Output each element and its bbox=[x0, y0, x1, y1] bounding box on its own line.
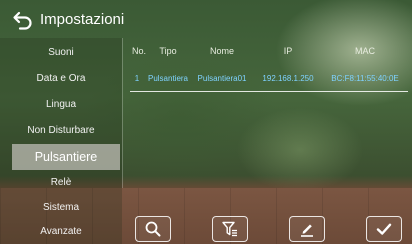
sidebar-item-rele[interactable]: Relè bbox=[0, 171, 122, 195]
sidebar-item-lingua[interactable]: Lingua bbox=[0, 93, 122, 117]
cell-no: 1 bbox=[134, 74, 140, 83]
filter-icon bbox=[221, 220, 239, 238]
search-icon bbox=[144, 220, 162, 238]
sidebar-item-suoni[interactable]: Suoni bbox=[0, 41, 122, 65]
header: Impostazioni bbox=[0, 0, 412, 38]
cell-tipo: Pulsantiera bbox=[147, 74, 189, 83]
sidebar-divider bbox=[122, 38, 123, 188]
column-header-tipo: Tipo bbox=[159, 46, 177, 56]
filter-button[interactable] bbox=[212, 216, 248, 242]
back-arrow-icon[interactable] bbox=[12, 10, 34, 30]
sidebar: Suoni Data e Ora Lingua Non Disturbare P… bbox=[0, 38, 122, 244]
column-header-ip: IP bbox=[283, 46, 293, 56]
column-header-nome: Nome bbox=[209, 46, 235, 56]
edit-button[interactable] bbox=[289, 216, 325, 242]
sidebar-item-non-disturbare[interactable]: Non Disturbare bbox=[0, 119, 122, 143]
check-icon bbox=[375, 220, 393, 238]
column-header-no: No. bbox=[131, 46, 147, 56]
sidebar-item-avanzate[interactable]: Avanzate bbox=[0, 220, 122, 244]
sidebar-item-sistema[interactable]: Sistema bbox=[0, 196, 122, 220]
cell-nome: Pulsantiera01 bbox=[197, 74, 247, 83]
confirm-button[interactable] bbox=[366, 216, 402, 242]
sidebar-item-data-e-ora[interactable]: Data e Ora bbox=[0, 67, 122, 91]
row-underline bbox=[130, 91, 408, 92]
edit-icon bbox=[298, 220, 316, 238]
cell-mac: BC:F8:11:55:40:0E bbox=[331, 74, 399, 83]
cell-ip: 192.168.1.250 bbox=[262, 74, 314, 83]
sidebar-item-pulsantiere[interactable]: Pulsantiere bbox=[12, 144, 120, 170]
search-button[interactable] bbox=[135, 216, 171, 242]
column-header-mac: MAC bbox=[355, 46, 375, 56]
page-title: Impostazioni bbox=[40, 11, 125, 28]
table-row[interactable]: 1 Pulsantiera Pulsantiera01 192.168.1.25… bbox=[130, 70, 410, 88]
